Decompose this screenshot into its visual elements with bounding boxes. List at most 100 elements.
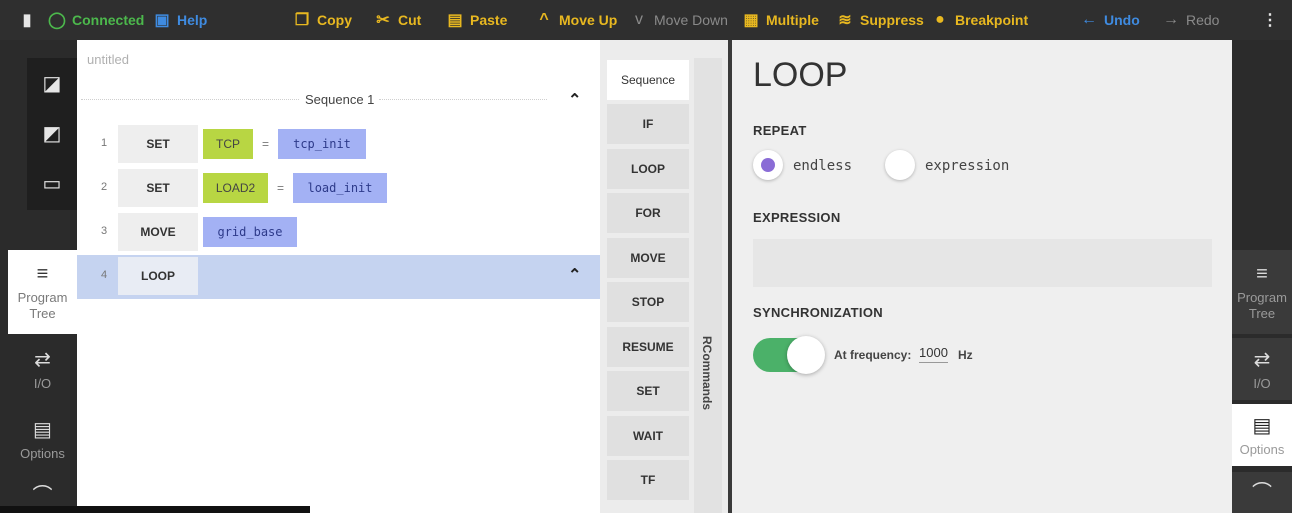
palette-set[interactable]: SET — [607, 371, 689, 411]
collapse-loop-icon[interactable]: ⌃ — [568, 265, 581, 285]
tool-a-icon[interactable]: ◪ — [27, 58, 77, 108]
copy-label: Copy — [317, 12, 352, 28]
program-title: untitled — [87, 52, 129, 67]
chevron-up-icon: ^ — [539, 11, 549, 28]
target-chip[interactable]: TCP — [203, 129, 253, 159]
move-up-button[interactable]: ^ Move Up — [535, 0, 617, 40]
radio-endless[interactable] — [753, 150, 783, 180]
connected-icon: ◯ — [48, 12, 66, 29]
command-block[interactable]: SET — [118, 125, 198, 163]
copy-button[interactable]: ❐ Copy — [293, 0, 352, 40]
tree-row-1[interactable]: 1 SET TCP = tcp_init — [77, 123, 600, 167]
right-nav-program-tree-label: Program Tree — [1237, 289, 1287, 321]
palette-wait[interactable]: WAIT — [607, 416, 689, 456]
palette-if[interactable]: IF — [607, 104, 689, 144]
palette-for[interactable]: FOR — [607, 193, 689, 233]
palette-tf[interactable]: TF — [607, 460, 689, 500]
collapse-sequence-icon[interactable]: ⌃ — [568, 90, 581, 110]
divider — [81, 99, 299, 100]
command-palette: Sequence IF LOOP FOR MOVE STOP RESUME SE… — [600, 40, 728, 513]
app-root: ▮ ◯ Connected ▣ Help ❐ Copy ✂ Cut ▤ Past… — [0, 0, 1292, 513]
chevron-down-icon: v — [635, 11, 643, 28]
right-nav-extra[interactable]: ⌒ — [1232, 472, 1292, 513]
right-nav-options[interactable]: ▤ Options — [1232, 404, 1292, 466]
paste-button[interactable]: ▤ Paste — [446, 0, 507, 40]
command-block[interactable]: SET — [118, 169, 198, 207]
move-down-label: Move Down — [654, 12, 728, 28]
value-chip[interactable]: load_init — [293, 173, 387, 203]
connection-status[interactable]: ◯ Connected — [48, 0, 144, 40]
palette-stop[interactable]: STOP — [607, 282, 689, 322]
redo-button[interactable]: → Redo — [1162, 0, 1219, 40]
undo-button[interactable]: ← Undo — [1080, 0, 1140, 40]
page-title: LOOP — [753, 56, 848, 94]
tree-row-3[interactable]: 3 MOVE grid_base — [77, 211, 600, 255]
clipboard-icon: ▤ — [447, 12, 463, 29]
value-chip[interactable]: tcp_init — [278, 129, 366, 159]
frequency-unit: Hz — [958, 348, 973, 362]
move-up-label: Move Up — [559, 12, 618, 28]
cut-button[interactable]: ✂ Cut — [374, 0, 421, 40]
tree-row-4-selected[interactable]: 4 LOOP ⌃ — [77, 255, 600, 299]
undo-label: Undo — [1104, 12, 1140, 28]
list-icon: ≡ — [1256, 262, 1268, 285]
nav-program-tree[interactable]: ≡ Program Tree — [8, 250, 77, 334]
arm-icon: ⌒ — [1252, 482, 1272, 504]
expression-field[interactable] — [753, 239, 1212, 287]
more-menu-button[interactable]: ⋮ — [1261, 0, 1279, 40]
sync-label: SYNCHRONIZATION — [753, 305, 883, 320]
command-block[interactable]: LOOP — [118, 257, 198, 295]
right-nav-io[interactable]: ⇄ I/O — [1232, 338, 1292, 400]
tree-row-2[interactable]: 2 SET LOAD2 = load_init — [77, 167, 600, 211]
multiple-button[interactable]: ▦ Multiple — [742, 0, 819, 40]
nav-options[interactable]: ▤ Options — [8, 408, 77, 470]
nav-io[interactable]: ⇄ I/O — [8, 338, 77, 400]
paste-label: Paste — [470, 12, 508, 28]
rcommands-tab[interactable] — [694, 58, 722, 513]
palette-resume[interactable]: RESUME — [607, 327, 689, 367]
suppress-label: Suppress — [860, 12, 924, 28]
clipboard-icon: ▤ — [33, 419, 52, 441]
right-sidebar: ≡ Program Tree ⇄ I/O ▤ Options ⌒ — [1232, 40, 1292, 513]
command-block[interactable]: MOVE — [118, 213, 198, 251]
palette-sequence[interactable]: Sequence — [607, 60, 689, 100]
palette-move[interactable]: MOVE — [607, 238, 689, 278]
folder-icon[interactable]: ▭ — [27, 158, 77, 208]
sequence-label: Sequence 1 — [305, 92, 375, 107]
equals-sign: = — [262, 137, 270, 151]
row-number: 2 — [100, 181, 108, 193]
value-chip[interactable]: grid_base — [203, 217, 297, 247]
suppress-icon: ≋ — [838, 12, 852, 29]
sync-toggle-knob[interactable] — [787, 336, 825, 374]
right-nav-options-label: Options — [1239, 442, 1285, 457]
frequency-input[interactable]: 1000 — [919, 345, 948, 363]
help-button[interactable]: ▣ Help — [153, 0, 207, 40]
breakpoint-label: Breakpoint — [955, 12, 1029, 28]
cut-label: Cut — [398, 12, 422, 28]
battery-icon: ▮ — [22, 12, 32, 29]
palette-loop[interactable]: LOOP — [607, 149, 689, 189]
scissors-icon: ✂ — [376, 12, 390, 29]
left-sidebar: ◪ ◩ ▭ ≡ Program Tree ⇄ I/O ▤ Options ⌒ — [0, 40, 77, 513]
move-down-button[interactable]: v Move Down — [630, 0, 728, 40]
radio-expression[interactable] — [885, 150, 915, 180]
nav-program-tree-label: Program Tree — [17, 289, 68, 321]
swap-icon: ⇄ — [34, 349, 51, 371]
program-tree: untitled Sequence 1 ⌃ 1 SET TCP = tcp_in… — [77, 40, 600, 513]
progress-bar — [0, 506, 310, 513]
row-number: 4 — [100, 269, 108, 281]
help-label: Help — [177, 12, 208, 28]
suppress-button[interactable]: ≋ Suppress — [836, 0, 924, 40]
right-nav-program-tree[interactable]: ≡ Program Tree — [1232, 250, 1292, 334]
tool-group: ◪ ◩ ▭ — [27, 58, 77, 210]
multiple-label: Multiple — [766, 12, 819, 28]
radio-endless-label: endless — [793, 158, 853, 174]
properties-panel: LOOP REPEAT endless expression EXPRESSIO… — [732, 40, 1232, 513]
nav-io-label: I/O — [33, 376, 52, 391]
arrow-right-icon: → — [1163, 11, 1179, 28]
list-icon: ≡ — [36, 262, 49, 285]
row-number: 1 — [100, 137, 108, 149]
target-chip[interactable]: LOAD2 — [203, 173, 268, 203]
breakpoint-button[interactable]: ● Breakpoint — [931, 0, 1028, 40]
tool-b-icon[interactable]: ◩ — [27, 108, 77, 158]
